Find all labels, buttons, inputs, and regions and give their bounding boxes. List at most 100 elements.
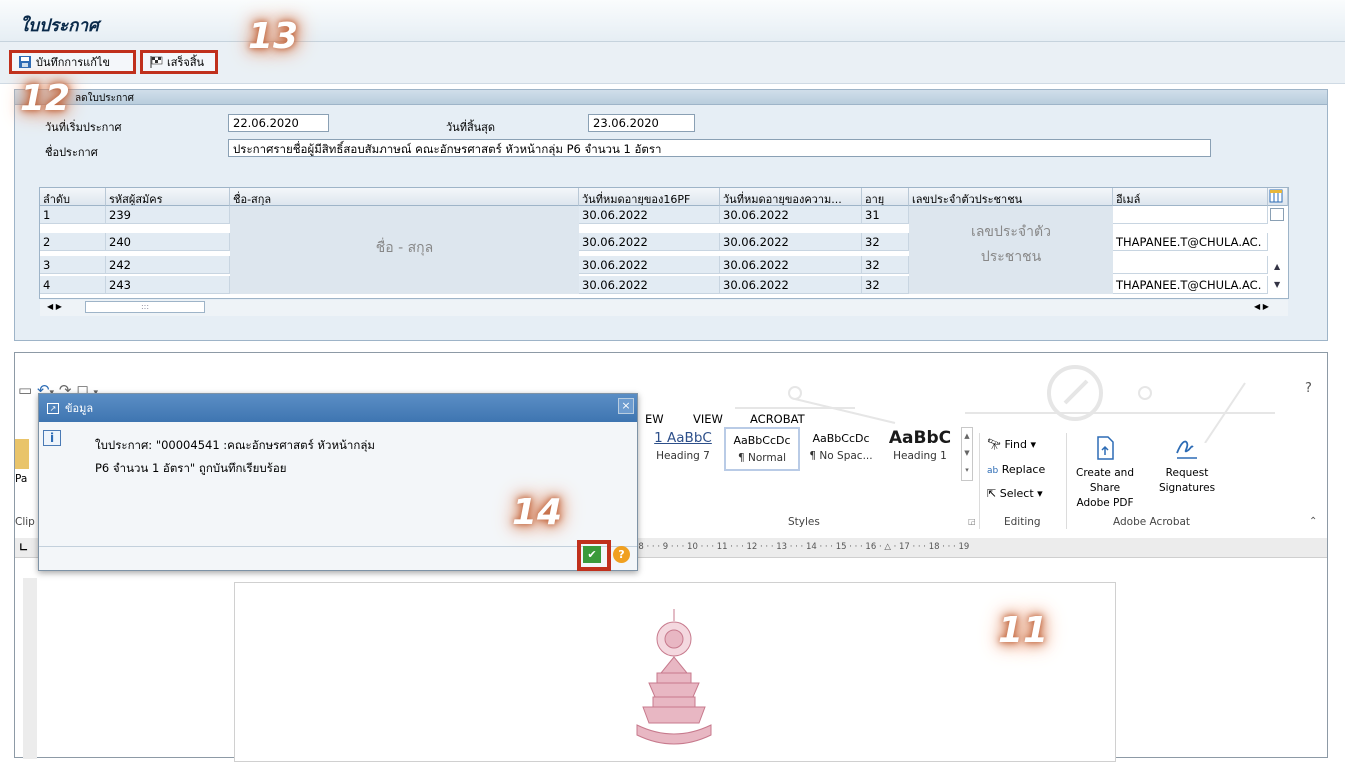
- tab-stop-selector-icon[interactable]: ∟: [19, 541, 28, 554]
- select-button[interactable]: ⇱ Select ▾: [987, 487, 1043, 500]
- cell-applicant-id[interactable]: 240: [106, 233, 230, 251]
- cell-applicant-id[interactable]: 239: [106, 206, 230, 224]
- cell-seq[interactable]: 3: [40, 256, 106, 274]
- clipboard-group-partial: Clip: [15, 516, 35, 528]
- dialog-title: ข้อมูล: [65, 402, 94, 415]
- style-name: ¶ Normal: [737, 452, 786, 464]
- university-seal-image: [636, 609, 712, 745]
- help-icon[interactable]: ?: [613, 546, 630, 563]
- callout-12: 12: [20, 78, 71, 119]
- cell-second-expiry[interactable]: 30.06.2022: [720, 206, 862, 224]
- confirm-checkmark-icon[interactable]: ✔: [583, 546, 601, 563]
- applicant-table: ลำดับ รหัสผู้สมัคร ชื่อ-สกุล วันที่หมดอา…: [39, 187, 1289, 299]
- start-date-field[interactable]: 22.06.2020: [228, 114, 329, 132]
- cell-second-expiry[interactable]: 30.06.2022: [720, 256, 862, 274]
- styles-gallery-scroll[interactable]: ▲ ▼ ▾: [961, 427, 973, 481]
- select-label: Select: [999, 487, 1034, 500]
- request-label-2: Signatures: [1158, 482, 1216, 494]
- paste-label-partial[interactable]: Pa: [15, 473, 27, 485]
- request-signatures-button[interactable]: Request Signatures: [1155, 435, 1219, 496]
- cell-seq[interactable]: 2: [40, 233, 106, 251]
- dialog-close-icon[interactable]: ×: [618, 398, 634, 414]
- cell-age[interactable]: 31: [862, 206, 909, 224]
- paste-icon[interactable]: [15, 439, 29, 469]
- dialog-message-line1: ใบประกาศ: "00004541 :คณะอักษรศาสตร์ หัวห…: [95, 438, 375, 452]
- style-name: ¶ No Spac...: [809, 450, 873, 462]
- end-date-label: วันที่สิ้นสุด: [446, 121, 496, 134]
- column-header-name[interactable]: ชื่อ-สกุล: [230, 188, 579, 206]
- screen-title: ใบประกาศ: [20, 16, 99, 36]
- citizen-id-mask-line1: เลขประจำตัว: [971, 224, 1051, 240]
- cell-16pf-expiry[interactable]: 30.06.2022: [579, 206, 720, 224]
- scroll-down-icon[interactable]: ▼: [1274, 280, 1280, 289]
- cell-seq[interactable]: 1: [40, 206, 106, 224]
- cell-applicant-id[interactable]: 243: [106, 276, 230, 294]
- style-no-spacing[interactable]: AaBbCcDc ¶ No Spac...: [803, 427, 879, 471]
- column-header-applicant-id[interactable]: รหัสผู้สมัคร: [106, 188, 230, 206]
- request-label: Request: [1165, 467, 1209, 479]
- style-preview: AaBbC: [888, 428, 952, 448]
- cell-16pf-expiry[interactable]: 30.06.2022: [579, 276, 720, 294]
- cell-email[interactable]: [1113, 206, 1268, 224]
- column-header-16pf-expiry[interactable]: วันที่หมดอายุของ16PF: [579, 188, 720, 206]
- title-bar: ใบประกาศ: [0, 0, 1345, 42]
- cell-16pf-expiry[interactable]: 30.06.2022: [579, 256, 720, 274]
- acrobat-group-label: Adobe Acrobat: [1113, 516, 1191, 528]
- cell-seq[interactable]: 4: [40, 276, 106, 294]
- column-header-age[interactable]: อายุ: [862, 188, 909, 206]
- column-header-second-expiry[interactable]: วันที่หมดอายุของความ...: [720, 188, 862, 206]
- save-button[interactable]: บันทึกการแก้ไข: [9, 50, 136, 74]
- cell-email[interactable]: [1113, 256, 1268, 274]
- find-button[interactable]: 🔭︎ Find ▾: [987, 438, 1036, 451]
- scroll-right-icon[interactable]: ◀ ▶: [1254, 302, 1269, 311]
- cursor-icon: ⇱: [987, 487, 997, 500]
- cell-applicant-id[interactable]: 242: [106, 256, 230, 274]
- save-button-label: บันทึกการแก้ไข: [36, 56, 110, 69]
- scroll-up-icon[interactable]: ▲: [1274, 262, 1280, 271]
- styles-dialog-launcher-icon[interactable]: ◲: [968, 517, 976, 526]
- scroll-left-icon[interactable]: ◀ ▶: [47, 302, 62, 311]
- column-header-seq[interactable]: ลำดับ: [40, 188, 106, 206]
- collapse-ribbon-icon[interactable]: ⌃: [1309, 516, 1317, 527]
- cell-second-expiry[interactable]: 30.06.2022: [720, 233, 862, 251]
- save-icon[interactable]: ▭: [18, 381, 32, 399]
- layout-settings-icon[interactable]: [1268, 188, 1288, 206]
- help-button[interactable]: ?: [1305, 381, 1312, 396]
- announcement-name-field[interactable]: ประกาศรายชื่อผู้มีสิทธิ์สอบสัมภาษณ์ คณะอ…: [228, 139, 1211, 157]
- style-normal[interactable]: AaBbCcDc ¶ Normal: [724, 427, 800, 471]
- ruler-scale: · 8 · · · 9 · · · 10 · · · 11 · · · 12 ·…: [633, 542, 970, 552]
- confirm-button-highlight: ✔: [577, 540, 611, 571]
- document-page: [234, 582, 1116, 762]
- cell-age[interactable]: 32: [862, 256, 909, 274]
- window-icon: ↗: [47, 402, 59, 414]
- cell-second-expiry[interactable]: 30.06.2022: [720, 276, 862, 294]
- cell-email[interactable]: THAPANEE.T@CHULA.AC.: [1113, 233, 1268, 251]
- cell-age[interactable]: 32: [862, 233, 909, 251]
- style-preview: AaBbCcDc: [812, 432, 870, 445]
- application-toolbar: บันทึกการแก้ไข เสร็จสิ้น: [0, 42, 1345, 84]
- dialog-message-line2: P6 จำนวน 1 อัตรา" ถูกบันทึกเรียบร้อย: [95, 461, 287, 475]
- style-heading-7[interactable]: 1 AaBbC Heading 7: [645, 427, 721, 471]
- tab-view[interactable]: VIEW: [693, 412, 723, 426]
- column-header-email[interactable]: อีเมล์: [1113, 188, 1268, 206]
- style-heading-1[interactable]: AaBbC Heading 1: [882, 427, 958, 471]
- cell-age[interactable]: 32: [862, 276, 909, 294]
- pdf-share-icon: [1097, 436, 1114, 460]
- row-select-checkbox[interactable]: [1270, 208, 1284, 221]
- cell-16pf-expiry[interactable]: 30.06.2022: [579, 233, 720, 251]
- end-date-field[interactable]: 23.06.2020: [588, 114, 695, 132]
- cell-email[interactable]: THAPANEE.T@CHULA.AC.: [1113, 276, 1268, 294]
- dialog-footer: [39, 546, 637, 570]
- tab-review-partial[interactable]: EW: [645, 412, 664, 426]
- start-date-label: วันที่เริ่มประกาศ: [45, 121, 122, 134]
- group-title: ลดใบประกาศ: [75, 93, 134, 104]
- column-header-citizen-id[interactable]: เลขประจำตัวประชาชน: [909, 188, 1113, 206]
- style-name: Heading 7: [656, 450, 710, 462]
- horizontal-scrollbar-thumb[interactable]: :::: [85, 301, 205, 313]
- callout-14: 14: [512, 492, 563, 533]
- create-share-pdf-button[interactable]: Create and Share Adobe PDF: [1071, 435, 1139, 511]
- replace-label: Replace: [1001, 463, 1046, 476]
- replace-button[interactable]: ab Replace: [987, 463, 1045, 476]
- tab-acrobat[interactable]: ACROBAT: [750, 412, 805, 426]
- finish-button[interactable]: เสร็จสิ้น: [140, 50, 218, 74]
